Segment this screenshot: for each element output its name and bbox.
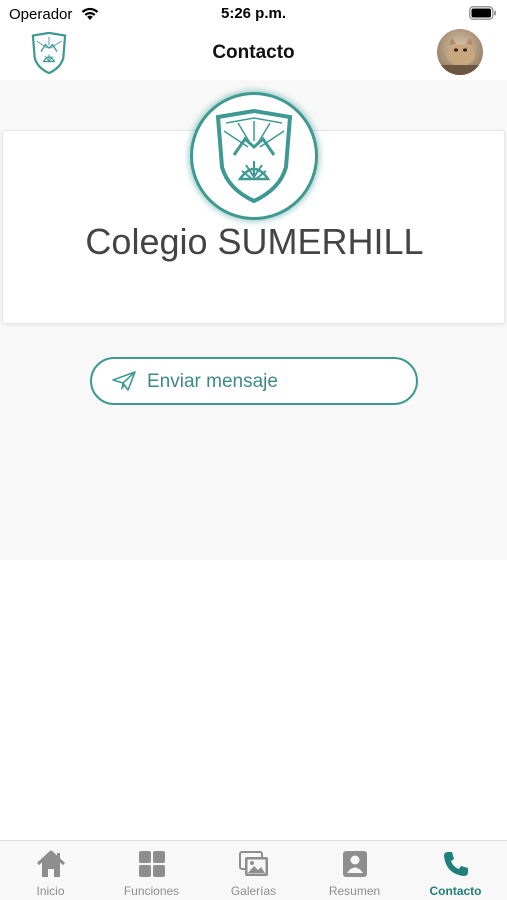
- tab-label-galerias: Galerías: [230, 884, 277, 898]
- status-time: 5:26 p.m.: [220, 5, 287, 22]
- phone-icon: [444, 852, 468, 876]
- tab-label-funciones: Funciones: [123, 884, 180, 898]
- contact-screen: Operador 5:26 p.m. Contacto Colegio SUME…: [0, 0, 507, 900]
- contact-content: Colegio SUMERHILL Enviar mensaje: [0, 80, 507, 560]
- battery-icon: [469, 6, 496, 20]
- school-shield-logo-icon: [215, 109, 293, 203]
- user-avatar[interactable]: [437, 29, 483, 75]
- school-logo-badge: [190, 92, 318, 220]
- send-message-label: Enviar mensaje: [147, 371, 278, 392]
- home-icon: [36, 850, 66, 877]
- tab-galerias[interactable]: Galerías: [203, 841, 304, 900]
- tab-label-contacto: Contacto: [429, 884, 482, 898]
- tab-resumen[interactable]: Resumen: [304, 841, 405, 900]
- page-title: Contacto: [212, 42, 295, 63]
- contact-card-icon: [343, 851, 367, 877]
- tab-label-inicio: Inicio: [36, 884, 65, 898]
- paper-plane-icon: [112, 371, 136, 391]
- avatar-photo-icon: [437, 29, 483, 75]
- school-name: Colegio SUMERHILL: [85, 221, 424, 262]
- gallery-icon: [239, 851, 268, 876]
- send-message-button[interactable]: Enviar mensaje: [90, 357, 418, 405]
- tab-bar: Inicio Funciones Galerías Resumen Contac…: [0, 840, 507, 900]
- navigation-bar: Contacto: [0, 28, 507, 80]
- status-bar: Operador 5:26 p.m.: [0, 0, 507, 28]
- tab-label-resumen: Resumen: [328, 884, 381, 898]
- tab-inicio[interactable]: Inicio: [0, 841, 101, 900]
- tab-funciones[interactable]: Funciones: [101, 841, 202, 900]
- tab-contacto[interactable]: Contacto: [405, 841, 506, 900]
- grid-icon: [139, 851, 165, 877]
